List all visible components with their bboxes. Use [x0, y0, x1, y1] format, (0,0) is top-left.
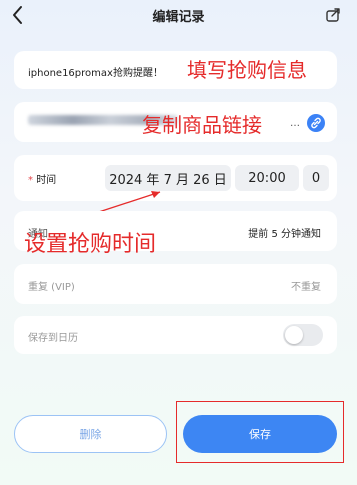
- toggle-knob: [285, 326, 303, 344]
- delete-button[interactable]: 删除: [14, 415, 167, 453]
- url-ellipsis: …: [290, 118, 300, 129]
- repeat-value: 不重复: [291, 282, 321, 293]
- notify-value: 提前 5 分钟通知: [248, 229, 321, 240]
- annotation-fill-info: 填写抢购信息: [187, 58, 307, 82]
- page-title: 编辑记录: [152, 10, 205, 25]
- annotation-copy-link: 复制商品链接: [142, 113, 262, 137]
- seconds-picker[interactable]: 0: [303, 165, 329, 191]
- time-picker[interactable]: 20:00: [235, 165, 299, 191]
- calendar-row: 保存到日历: [14, 316, 337, 354]
- share-icon[interactable]: [325, 7, 341, 23]
- calendar-label: 保存到日历: [28, 333, 78, 344]
- link-icon[interactable]: [307, 114, 325, 132]
- date-picker[interactable]: 2024 年 7 月 26 日: [105, 165, 231, 191]
- repeat-row[interactable]: 重复 (VIP) 不重复: [14, 264, 337, 304]
- required-mark: *: [28, 175, 33, 186]
- time-label: * 时间: [28, 171, 56, 186]
- time-label-text: 时间: [36, 175, 57, 186]
- edit-record-page: 编辑记录 iphone16promax抢购提醒！ 填写抢购信息 复制商品链接 ……: [0, 0, 357, 485]
- annotation-set-time: 设置抢购时间: [24, 232, 157, 257]
- time-row: * 时间 2024 年 7 月 26 日 20:00 0: [14, 155, 337, 201]
- save-highlight-box: [176, 401, 344, 463]
- calendar-toggle[interactable]: [283, 324, 323, 346]
- repeat-label: 重复 (VIP): [28, 282, 75, 293]
- name-field-value: iphone16promax抢购提醒！: [28, 68, 163, 79]
- nav-bar: 编辑记录: [0, 0, 357, 32]
